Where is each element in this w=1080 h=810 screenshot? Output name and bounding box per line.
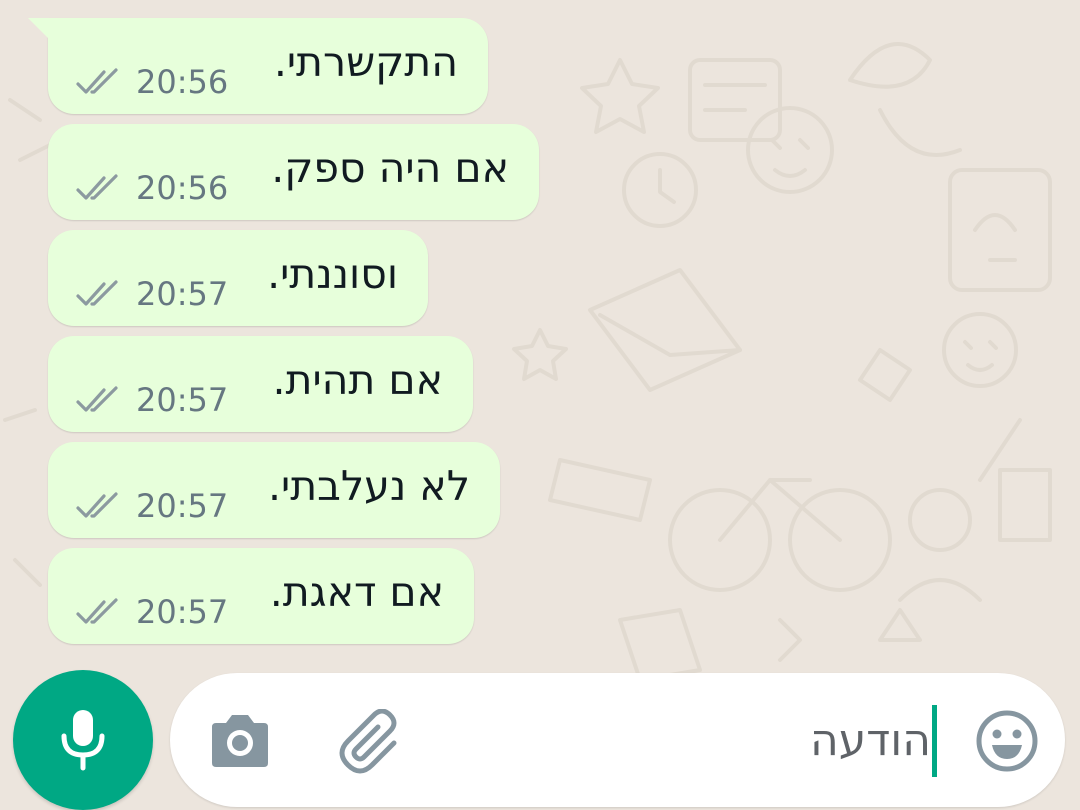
bubble-tail: [28, 18, 50, 40]
message-meta: 20:57: [76, 276, 228, 312]
message-meta: 20:57: [76, 382, 228, 418]
message-text: אם תהית.: [272, 356, 443, 404]
outgoing-message[interactable]: וסוננתי. 20:57: [48, 230, 428, 326]
message-input[interactable]: הודעה: [810, 713, 931, 769]
voice-record-button[interactable]: [13, 670, 153, 810]
double-check-icon: [76, 598, 118, 624]
chat-message-list: התקשרתי. 20:56 אם היה ספק. 20:56 וסוננתי…: [0, 0, 1080, 660]
microphone-icon: [61, 710, 105, 771]
text-cursor: [932, 705, 937, 777]
double-check-icon: [76, 174, 118, 200]
message-text: אם היה ספק.: [271, 144, 509, 192]
message-time: 20:56: [136, 169, 229, 207]
double-check-icon: [76, 492, 118, 518]
outgoing-message[interactable]: לא נעלבתי. 20:57: [48, 442, 500, 538]
emoji-icon[interactable]: [975, 709, 1039, 773]
message-meta: 20:57: [76, 594, 228, 630]
message-meta: 20:57: [76, 488, 228, 524]
message-time: 20:57: [136, 487, 229, 525]
message-time: 20:56: [136, 63, 229, 101]
message-meta: 20:56: [76, 170, 228, 206]
message-text: לא נעלבתי.: [268, 462, 470, 510]
message-text: התקשרתי.: [273, 38, 458, 86]
outgoing-message[interactable]: אם דאגת. 20:57: [48, 548, 474, 644]
message-time: 20:57: [136, 275, 229, 313]
double-check-icon: [76, 68, 118, 94]
double-check-icon: [76, 280, 118, 306]
camera-icon[interactable]: [208, 713, 272, 769]
outgoing-message[interactable]: אם תהית. 20:57: [48, 336, 473, 432]
message-meta: 20:56: [76, 64, 228, 100]
double-check-icon: [76, 386, 118, 412]
message-time: 20:57: [136, 593, 229, 631]
outgoing-message[interactable]: התקשרתי. 20:56: [28, 18, 488, 114]
message-composer[interactable]: הודעה: [170, 673, 1065, 807]
message-text: וסוננתי.: [267, 250, 398, 298]
paperclip-icon[interactable]: [338, 709, 408, 779]
message-text: אם דאגת.: [269, 568, 444, 616]
message-time: 20:57: [136, 381, 229, 419]
outgoing-message[interactable]: אם היה ספק. 20:56: [48, 124, 539, 220]
